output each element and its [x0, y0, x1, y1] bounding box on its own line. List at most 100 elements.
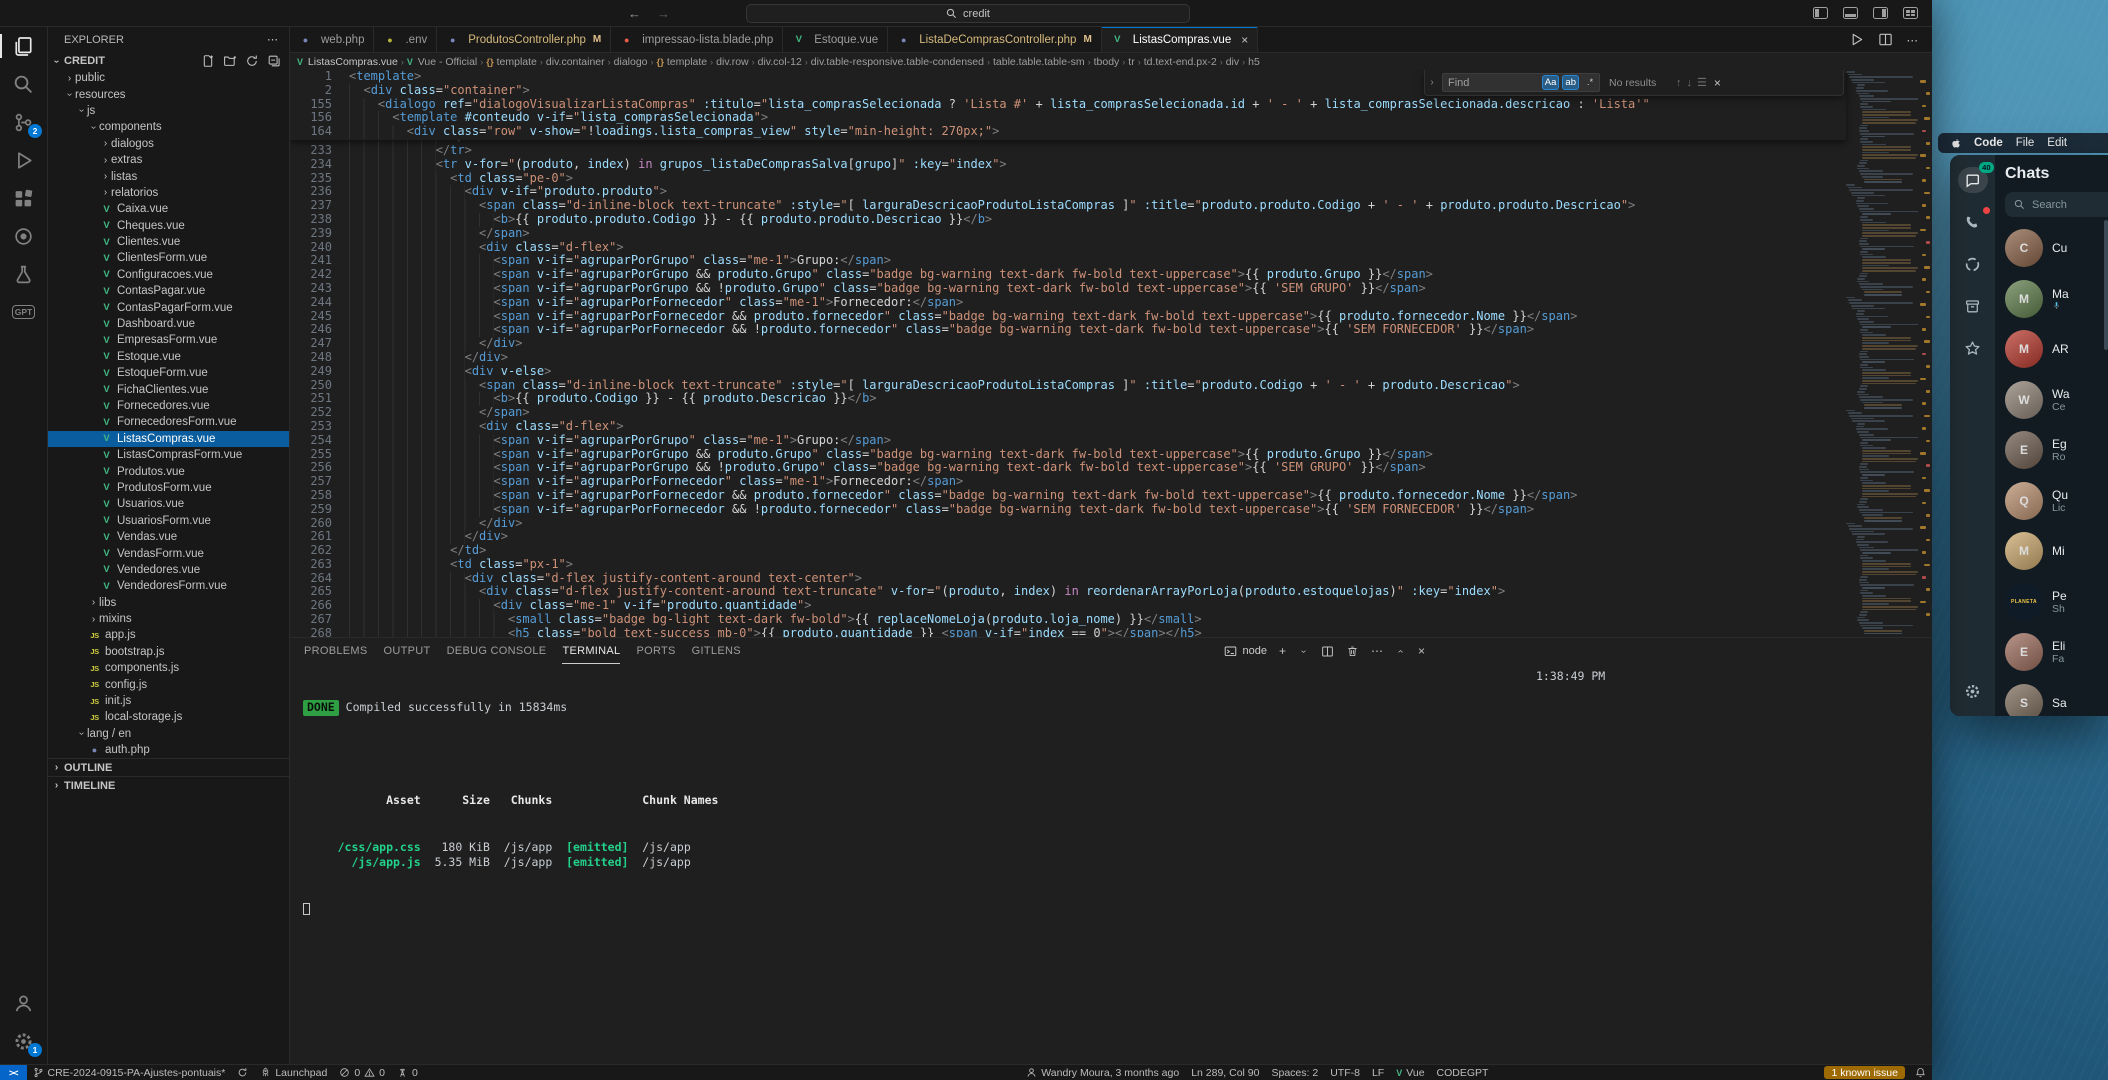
terminal-output[interactable]: DONE Compiled successfully in 15834ms As… — [290, 664, 1932, 964]
code-line[interactable]: 233 </tr> — [290, 144, 1846, 158]
tree-item-config.js[interactable]: JSconfig.js — [48, 676, 289, 692]
code-line[interactable]: 263 <td class="px-1"> — [290, 558, 1846, 572]
chat-list-item[interactable]: SSa — [2005, 678, 2108, 717]
panel-tab-ports[interactable]: PORTS — [636, 638, 675, 664]
chat-list-item[interactable]: CCu — [2005, 223, 2108, 274]
launchpad-status[interactable]: Launchpad — [254, 1065, 333, 1080]
breadcrumb-item[interactable]: div.row — [716, 56, 748, 68]
line-number[interactable]: 156 — [290, 111, 332, 125]
tab-ListasCompras.vue[interactable]: VListasCompras.vue× — [1102, 27, 1258, 52]
tree-item-mixins[interactable]: ›mixins — [48, 611, 289, 627]
tree-item-Cheques.vue[interactable]: VCheques.vue — [48, 218, 289, 234]
command-center[interactable]: credit — [746, 4, 1190, 23]
notifications-status[interactable] — [1909, 1065, 1932, 1080]
tree-item-VendasForm.vue[interactable]: VVendasForm.vue — [48, 545, 289, 561]
code-line[interactable]: 244 <span v-if="agruparPorFornecedor" cl… — [290, 296, 1846, 310]
chat-list-item[interactable]: QQuLic — [2005, 476, 2108, 527]
terminal-instance-node[interactable]: node — [1224, 645, 1266, 658]
tree-item-app.js[interactable]: JSapp.js — [48, 627, 289, 643]
line-number[interactable]: 1 — [290, 70, 332, 84]
tree-item-dialogos[interactable]: ›dialogos — [48, 136, 289, 152]
kill-terminal-icon[interactable] — [1346, 645, 1359, 658]
code-line[interactable]: 265 <div class="d-flex justify-content-a… — [290, 585, 1846, 599]
tree-item-ListasComprasForm.vue[interactable]: VListasComprasForm.vue — [48, 447, 289, 463]
code-line[interactable]: 234 <tr v-for="(produto, index) in grupo… — [290, 158, 1846, 172]
line-number[interactable]: 164 — [290, 125, 332, 139]
remote-indicator[interactable]: >< — [0, 1065, 27, 1080]
activity-settings[interactable]: 1 — [0, 1022, 47, 1060]
chat-search-input[interactable]: Search — [2005, 192, 2108, 217]
activity-explorer[interactable] — [0, 27, 47, 65]
tree-item-init.js[interactable]: JSinit.js — [48, 693, 289, 709]
chat-list-item[interactable]: PLANETAPeSh — [2005, 577, 2108, 628]
code-line[interactable]: 262 </td> — [290, 544, 1846, 558]
line-number[interactable]: 241 — [290, 254, 332, 268]
line-number[interactable]: 267 — [290, 613, 332, 627]
line-number[interactable]: 236 — [290, 185, 332, 199]
tree-item-Fornecedores.vue[interactable]: VFornecedores.vue — [48, 398, 289, 414]
tree-item-Vendedores.vue[interactable]: VVendedores.vue — [48, 562, 289, 578]
code-line[interactable]: 238 <b>{{ produto.produto.Codigo }} - {{… — [290, 213, 1846, 227]
tree-item-EstoqueForm.vue[interactable]: VEstoqueForm.vue — [48, 365, 289, 381]
activity-codegpt[interactable]: GPT — [0, 293, 47, 331]
panel-tab-debug-console[interactable]: DEBUG CONSOLE — [447, 638, 547, 664]
line-number[interactable]: 235 — [290, 172, 332, 186]
code-line[interactable]: 264 <div class="d-flex justify-content-a… — [290, 572, 1846, 586]
toggle-primary-sidebar-icon[interactable] — [1813, 7, 1828, 19]
tab-ProdutosController.php[interactable]: ●ProdutosController.phpM — [437, 27, 611, 52]
tree-item-components[interactable]: ›components — [48, 119, 289, 135]
close-panel-icon[interactable]: × — [1418, 644, 1425, 658]
line-number[interactable]: 245 — [290, 310, 332, 324]
panel-more-icon[interactable]: ⋯ — [1371, 644, 1383, 658]
chat-list-item[interactable]: MAR — [2005, 324, 2108, 375]
line-number[interactable]: 250 — [290, 379, 332, 393]
line-number[interactable]: 247 — [290, 337, 332, 351]
line-number[interactable]: 257 — [290, 475, 332, 489]
chat-list-item[interactable]: MMa — [2005, 274, 2108, 325]
code-line[interactable]: 247 </div> — [290, 337, 1846, 351]
line-number[interactable]: 238 — [290, 213, 332, 227]
panel-tab-gitlens[interactable]: GITLENS — [692, 638, 741, 664]
line-number[interactable]: 246 — [290, 323, 332, 337]
activity-extensions[interactable] — [0, 179, 47, 217]
toggle-panel-icon[interactable] — [1843, 7, 1858, 19]
tree-item-FornecedoresForm.vue[interactable]: VFornecedoresForm.vue — [48, 414, 289, 430]
menu-item-file[interactable]: File — [2016, 137, 2035, 149]
code-line[interactable]: 256 <span v-if="agruparPorGrupo && !prod… — [290, 461, 1846, 475]
indentation-status[interactable]: Spaces: 2 — [1266, 1065, 1325, 1080]
line-number[interactable]: 248 — [290, 351, 332, 365]
tab-ListaDeComprasController.php[interactable]: ●ListaDeComprasController.phpM — [888, 27, 1102, 52]
code-line[interactable]: 248 </div> — [290, 351, 1846, 365]
tree-item-Vendas.vue[interactable]: VVendas.vue — [48, 529, 289, 545]
line-number[interactable]: 240 — [290, 241, 332, 255]
ports-status[interactable]: 0 — [391, 1065, 424, 1080]
git-sync-status[interactable] — [231, 1065, 254, 1080]
chat-rail-settings-icon[interactable] — [1958, 678, 1988, 704]
find-in-selection-icon[interactable]: ☰ — [1697, 76, 1707, 89]
tree-item-resources[interactable]: ›resources — [48, 86, 289, 102]
breadcrumb-item[interactable]: V Vue - Official — [407, 56, 477, 68]
line-number[interactable]: 239 — [290, 227, 332, 241]
chat-rail-status-icon[interactable] — [1958, 251, 1988, 277]
maximize-panel-icon[interactable]: › — [1395, 646, 1406, 657]
new-terminal-icon[interactable]: + — [1279, 644, 1286, 658]
breadcrumb-item[interactable]: tr — [1128, 56, 1134, 68]
code-line[interactable]: 260 </div> — [290, 517, 1846, 531]
code-line[interactable]: 245 <span v-if="agruparPorFornecedor && … — [290, 310, 1846, 324]
code-line[interactable]: 236 <div v-if="produto.produto"> — [290, 185, 1846, 199]
chat-list-item[interactable]: EEgRo — [2005, 425, 2108, 476]
match-case-toggle[interactable]: Aa — [1542, 75, 1560, 90]
code-line[interactable]: 254 <span v-if="agruparPorGrupo" class="… — [290, 434, 1846, 448]
tree-item-bootstrap.js[interactable]: JSbootstrap.js — [48, 644, 289, 660]
breadcrumb-item[interactable]: td.text-end.px-2 — [1144, 56, 1217, 68]
tree-item-Caixa.vue[interactable]: VCaixa.vue — [48, 201, 289, 217]
activity-search[interactable] — [0, 65, 47, 103]
refresh-icon[interactable] — [245, 54, 259, 68]
regex-toggle[interactable]: .* — [1582, 75, 1598, 90]
breadcrumb-item[interactable]: dialogo — [614, 56, 648, 68]
tab-Estoque.vue[interactable]: VEstoque.vue — [783, 27, 888, 52]
line-number[interactable]: 253 — [290, 420, 332, 434]
breadcrumb-item[interactable]: div.container — [546, 56, 605, 68]
code-line[interactable]: 249 <div v-else> — [290, 365, 1846, 379]
code-line[interactable]: 259 <span v-if="agruparPorFornecedor && … — [290, 503, 1846, 517]
